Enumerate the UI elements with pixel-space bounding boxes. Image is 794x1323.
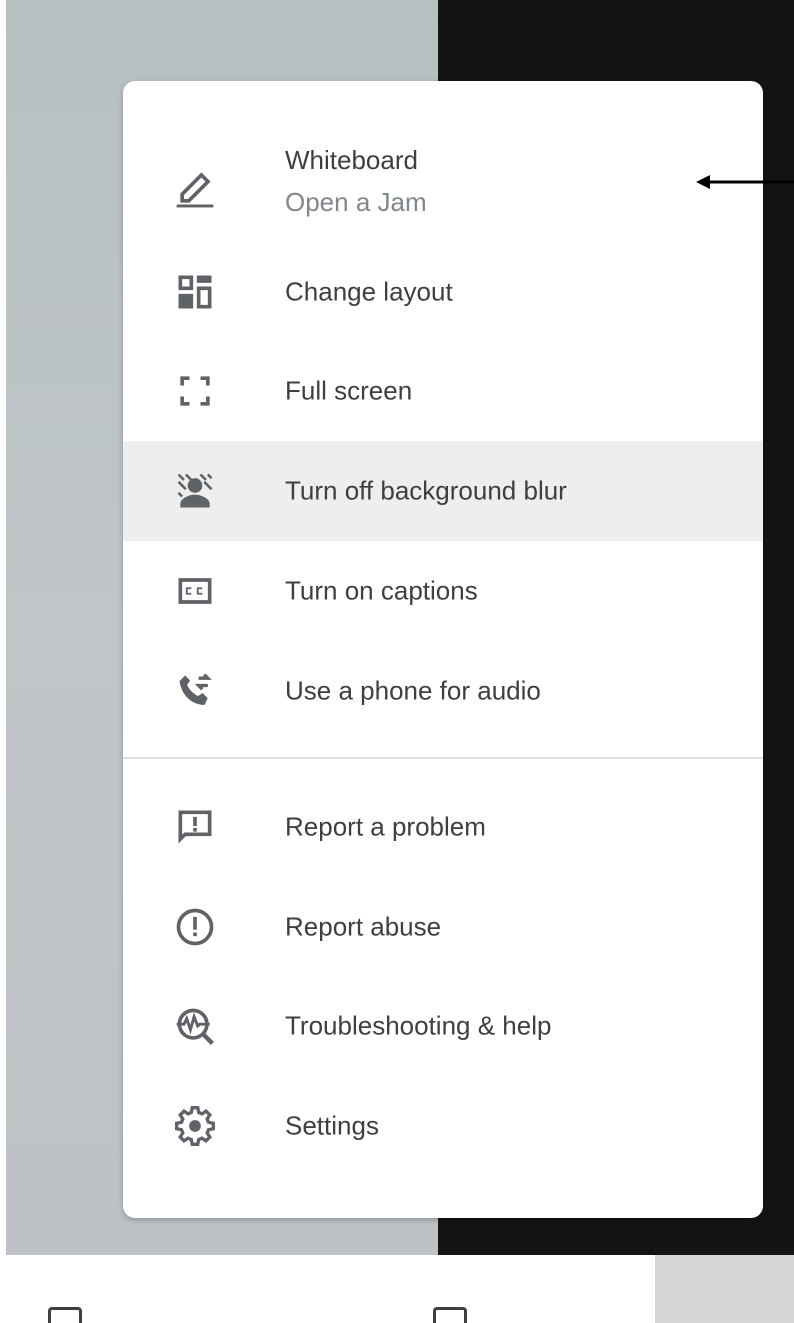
menu-item-label: Use a phone for audio	[285, 675, 541, 706]
menu-item-label: Report abuse	[285, 911, 442, 942]
menu-item-captions[interactable]: Turn on captions	[123, 541, 763, 641]
toolbar-button-icon[interactable]	[48, 1307, 82, 1323]
troubleshoot-icon	[173, 1004, 217, 1048]
fullscreen-icon	[173, 369, 217, 413]
menu-item-whiteboard[interactable]: Whiteboard Open a Jam	[123, 121, 763, 255]
arrow-left-icon	[696, 175, 794, 189]
menu-item-label: Change layout	[285, 276, 453, 307]
menu-item-full-screen[interactable]: Full screen	[123, 341, 763, 441]
bottom-toolbar	[0, 1255, 794, 1323]
menu-divider	[123, 757, 763, 759]
gear-icon	[173, 1104, 217, 1148]
toolbar-gray-panel	[655, 1255, 794, 1323]
menu-item-change-layout[interactable]: Change layout	[123, 242, 763, 342]
menu-item-report-abuse[interactable]: Report abuse	[123, 877, 763, 977]
captions-icon	[173, 569, 217, 613]
toolbar-button-icon[interactable]	[433, 1307, 467, 1323]
phone-forward-icon	[173, 669, 217, 713]
menu-item-label: Settings	[285, 1110, 379, 1141]
menu-item-label: Turn on captions	[285, 575, 478, 606]
layout-icon	[173, 270, 217, 314]
background-blur-icon	[173, 469, 217, 513]
menu-item-label: Report a problem	[285, 811, 486, 842]
menu-item-report-problem[interactable]: Report a problem	[123, 777, 763, 877]
feedback-icon	[173, 805, 217, 849]
menu-item-sublabel: Open a Jam	[285, 187, 427, 217]
more-options-menu: Whiteboard Open a Jam Change layout Full…	[123, 81, 763, 1218]
menu-item-label: Whiteboard	[285, 145, 418, 175]
menu-item-label: Turn off background blur	[285, 475, 567, 506]
menu-item-troubleshooting[interactable]: Troubleshooting & help	[123, 976, 763, 1076]
pencil-icon	[173, 166, 217, 210]
menu-item-label: Full screen	[285, 375, 413, 406]
report-icon	[173, 905, 217, 949]
menu-item-settings[interactable]: Settings	[123, 1076, 763, 1176]
screen: Whiteboard Open a Jam Change layout Full…	[0, 0, 794, 1323]
menu-item-label: Troubleshooting & help	[285, 1010, 552, 1041]
menu-item-phone-audio[interactable]: Use a phone for audio	[123, 641, 763, 741]
menu-item-background-blur[interactable]: Turn off background blur	[123, 441, 763, 541]
